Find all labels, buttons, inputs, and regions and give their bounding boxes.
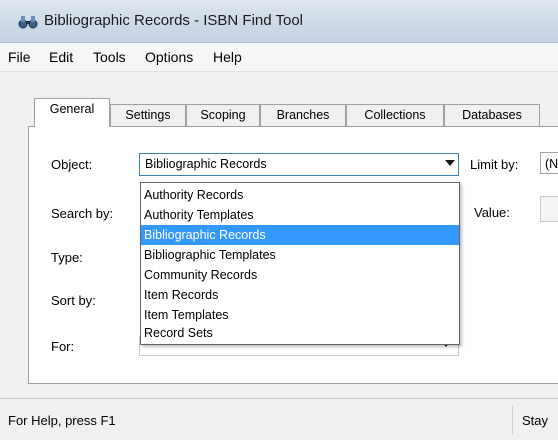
binoculars-icon (18, 16, 38, 29)
dropdown-option-bibliographic-records[interactable]: Bibliographic Records (141, 225, 459, 245)
tab-settings[interactable]: Settings (110, 104, 186, 126)
type-label: Type: (51, 250, 83, 265)
for-label: For: (51, 339, 75, 354)
status-right-text: Stay (522, 413, 549, 428)
dropdown-option-item-records[interactable]: Item Records (141, 285, 459, 305)
limit-by-combo[interactable]: (N (540, 152, 558, 174)
dropdown-option-record-sets[interactable]: Record Sets (141, 323, 459, 343)
object-combo[interactable]: Bibliographic Records (139, 153, 459, 176)
tab-general[interactable]: General (34, 98, 110, 127)
object-combo-value: Bibliographic Records (142, 156, 441, 172)
menu-options[interactable]: Options (145, 49, 193, 65)
value-field[interactable] (540, 196, 558, 222)
search-by-label: Search by: (51, 206, 114, 221)
title-bar[interactable]: Bibliographic Records - ISBN Find Tool (0, 0, 558, 43)
tab-strip: General Settings Scoping Branches Collec… (0, 98, 558, 127)
tab-scoping[interactable]: Scoping (186, 104, 260, 126)
object-dropdown-list: Authority Records Authority Templates Bi… (140, 182, 460, 345)
tab-branches[interactable]: Branches (260, 104, 346, 126)
menu-help[interactable]: Help (213, 49, 242, 65)
window-title: Bibliographic Records - ISBN Find Tool (44, 12, 304, 29)
menu-edit[interactable]: Edit (49, 49, 73, 65)
menu-tools[interactable]: Tools (93, 49, 126, 65)
menu-bar: File Edit Tools Options Help (0, 43, 558, 72)
dropdown-option-item-templates[interactable]: Item Templates (141, 305, 459, 325)
status-help-text: For Help, press F1 (8, 413, 116, 428)
tab-databases[interactable]: Databases (444, 104, 540, 126)
dropdown-option-community-records[interactable]: Community Records (141, 265, 459, 285)
value-label: Value: (474, 205, 510, 220)
object-label: Object: (51, 157, 93, 172)
chevron-down-icon[interactable] (445, 160, 455, 166)
dropdown-option-bibliographic-templates[interactable]: Bibliographic Templates (141, 245, 459, 265)
menu-file[interactable]: File (8, 49, 31, 65)
sort-by-label: Sort by: (51, 293, 96, 308)
status-divider (512, 405, 513, 435)
tab-collections[interactable]: Collections (346, 104, 444, 126)
limit-by-label: Limit by: (470, 157, 519, 172)
app-window: Bibliographic Records - ISBN Find Tool F… (0, 0, 558, 440)
dropdown-option-authority-templates[interactable]: Authority Templates (141, 205, 459, 225)
dropdown-option-authority-records[interactable]: Authority Records (141, 185, 459, 205)
status-bar: For Help, press F1 Stay (0, 398, 558, 440)
